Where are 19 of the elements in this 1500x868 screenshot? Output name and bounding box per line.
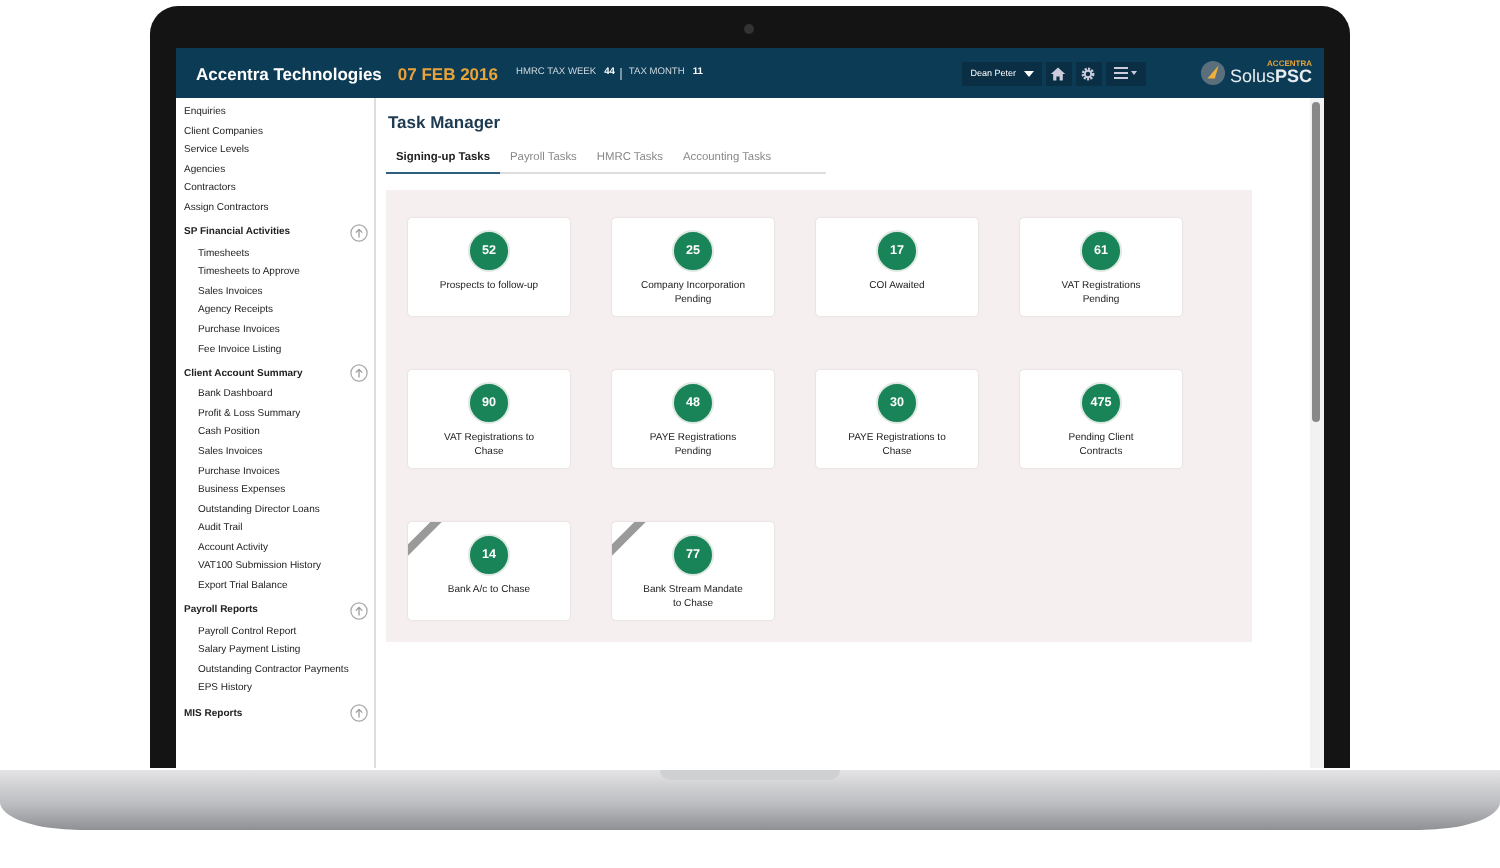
collapse-icon[interactable] <box>350 704 368 723</box>
camera-dot <box>744 24 754 34</box>
collapse-icon[interactable] <box>350 223 368 242</box>
caret-icon <box>1023 69 1034 77</box>
settings-button[interactable] <box>1075 61 1102 85</box>
settings-icon <box>1080 65 1097 81</box>
menu-button[interactable] <box>1105 61 1146 85</box>
page-title: Task Manager <box>388 112 503 132</box>
collapse-icon[interactable] <box>350 364 368 383</box>
logo-text: SolusPSC <box>1229 68 1312 86</box>
logo-icon <box>1199 60 1226 86</box>
home-icon <box>1050 65 1067 81</box>
menu-icon <box>1113 66 1138 80</box>
scrollbar-thumb[interactable] <box>1312 102 1320 422</box>
home-button[interactable] <box>1045 61 1072 85</box>
current-date: 07 FEB 2016 <box>397 63 498 83</box>
company-name: Accentra Technologies <box>196 63 382 83</box>
scrollbar[interactable] <box>1310 98 1324 768</box>
collapse-icon[interactable] <box>350 601 368 620</box>
